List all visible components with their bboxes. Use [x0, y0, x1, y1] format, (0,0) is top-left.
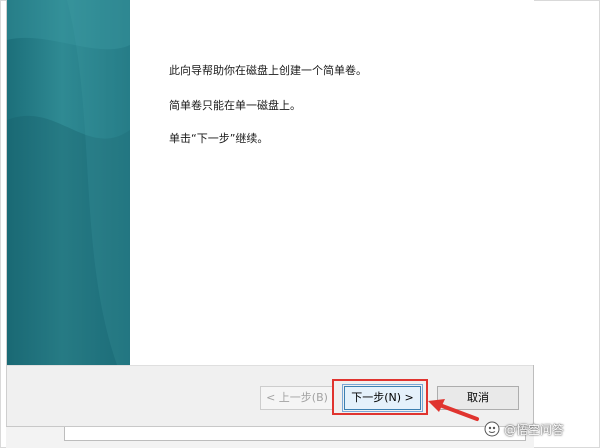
intro-text-line: 简单卷只能在单一磁盘上。	[169, 99, 301, 112]
back-button[interactable]: < 上一步(B)	[260, 386, 334, 410]
wizard-side-banner	[7, 0, 130, 365]
new-simple-volume-wizard: 此向导帮助你在磁盘上创建一个简单卷。 简单卷只能在单一磁盘上。 单击“下一步”继…	[6, 0, 534, 432]
watermark: @悟空问答	[484, 418, 564, 440]
watermark-text: @悟空问答	[504, 422, 565, 437]
banner-swoosh-graphic	[7, 0, 130, 365]
intro-text-line: 此向导帮助你在磁盘上创建一个简单卷。	[169, 64, 367, 77]
annotation-arrow-icon	[428, 399, 479, 421]
wukong-logo-icon	[484, 421, 500, 437]
underlying-window-strip	[6, 426, 534, 448]
wizard-content: 此向导帮助你在磁盘上创建一个简单卷。 简单卷只能在单一磁盘上。 单击“下一步”继…	[130, 0, 534, 365]
intro-text-line: 单击“下一步”继续。	[169, 132, 269, 145]
next-button[interactable]: 下一步(N) >	[342, 384, 423, 412]
underlying-field	[64, 427, 526, 441]
